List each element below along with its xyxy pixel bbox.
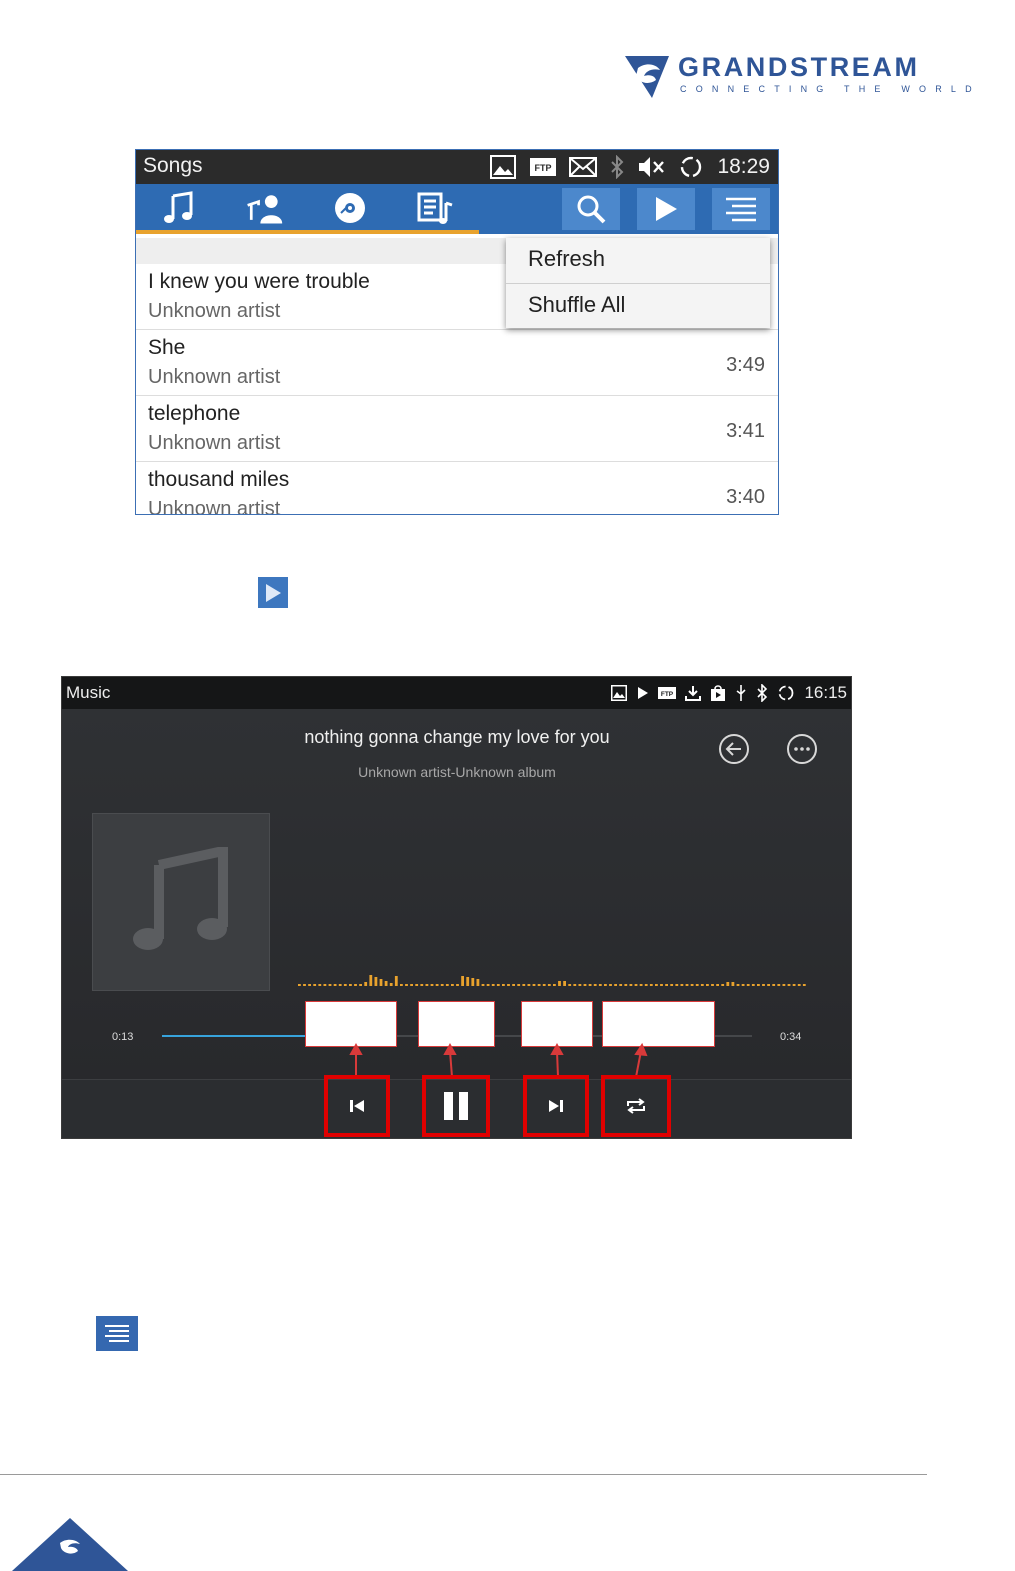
bluetooth-icon xyxy=(611,155,624,179)
song-duration: 3:49 xyxy=(726,354,765,376)
status-title: Songs xyxy=(143,154,203,177)
status-time: 18:29 xyxy=(717,155,770,178)
mute-icon xyxy=(639,157,665,177)
songs-screenshot: Songs FTP 18:29 I knew you were trouble … xyxy=(135,149,779,515)
play-icon xyxy=(656,197,677,221)
footer-rule xyxy=(0,1474,927,1475)
mail-icon xyxy=(569,157,598,177)
playlists-tab-icon xyxy=(417,192,453,224)
song-artist: Unknown artist xyxy=(148,432,281,454)
footer-logo-icon xyxy=(12,1518,128,1571)
previous-button[interactable] xyxy=(324,1075,390,1137)
pause-button[interactable] xyxy=(422,1075,490,1137)
status-icons: FTP 18:29 xyxy=(489,153,770,181)
ftp-icon: FTP xyxy=(530,158,557,176)
next-icon xyxy=(549,1100,563,1112)
search-icon xyxy=(577,195,606,224)
albums-tab-icon xyxy=(335,193,365,223)
songs-tab-icon xyxy=(164,191,193,223)
song-artist: Unknown artist xyxy=(148,300,281,322)
song-row[interactable]: She Unknown artist 3:49 xyxy=(136,330,778,396)
menu-button[interactable] xyxy=(712,188,770,230)
artists-tab[interactable] xyxy=(244,190,284,226)
play-button[interactable] xyxy=(637,188,695,230)
song-title: She xyxy=(148,336,186,359)
sync-icon xyxy=(681,156,702,178)
song-artist: Unknown artist xyxy=(148,366,281,388)
albums-tab[interactable] xyxy=(330,190,370,226)
active-tab-indicator xyxy=(136,230,479,234)
artists-tab-icon xyxy=(247,195,283,224)
previous-icon xyxy=(350,1100,364,1112)
brand-name: GRANDSTREAM xyxy=(678,52,920,82)
song-artist: Unknown artist xyxy=(148,498,281,515)
search-button[interactable] xyxy=(562,188,620,230)
repeat-button[interactable] xyxy=(601,1075,671,1137)
menu-item-shuffle-all[interactable]: Shuffle All xyxy=(528,292,625,318)
inline-menu-button xyxy=(96,1316,138,1351)
tab-underline xyxy=(479,230,778,234)
song-duration: 3:41 xyxy=(726,420,765,442)
menu-icon xyxy=(726,197,756,222)
status-bar: Songs FTP 18:29 xyxy=(136,150,778,184)
song-row[interactable]: telephone Unknown artist 3:41 xyxy=(136,396,778,462)
songs-toolbar xyxy=(136,184,778,234)
menu-item-refresh[interactable]: Refresh xyxy=(528,246,605,272)
play-icon xyxy=(266,583,281,602)
inline-play-button xyxy=(258,577,288,608)
song-title: thousand miles xyxy=(148,468,290,491)
brand-logo: GRANDSTREAM CONNECTING THE WORLD xyxy=(622,50,972,102)
menu-separator xyxy=(506,283,770,284)
player-screenshot: Music FTP 16:15 nothing gonna change my … xyxy=(61,676,852,1139)
overflow-menu: Refresh Shuffle All xyxy=(506,238,770,328)
menu-icon xyxy=(105,1324,129,1342)
callout-arrows xyxy=(349,1042,648,1078)
grandstream-logo-icon xyxy=(625,56,669,98)
song-title: telephone xyxy=(148,402,241,425)
image-icon xyxy=(490,155,517,179)
next-button[interactable] xyxy=(523,1075,589,1137)
song-duration: 3:40 xyxy=(726,486,765,508)
repeat-icon xyxy=(627,1098,645,1114)
pause-icon xyxy=(444,1092,468,1120)
playlists-tab[interactable] xyxy=(416,190,456,226)
song-title: I knew you were trouble xyxy=(148,270,370,293)
brand-tagline: CONNECTING THE WORLD xyxy=(680,84,981,94)
songs-tab[interactable] xyxy=(158,190,198,226)
svg-text:FTP: FTP xyxy=(535,163,552,173)
song-row[interactable]: thousand miles Unknown artist 3:40 xyxy=(136,462,778,515)
